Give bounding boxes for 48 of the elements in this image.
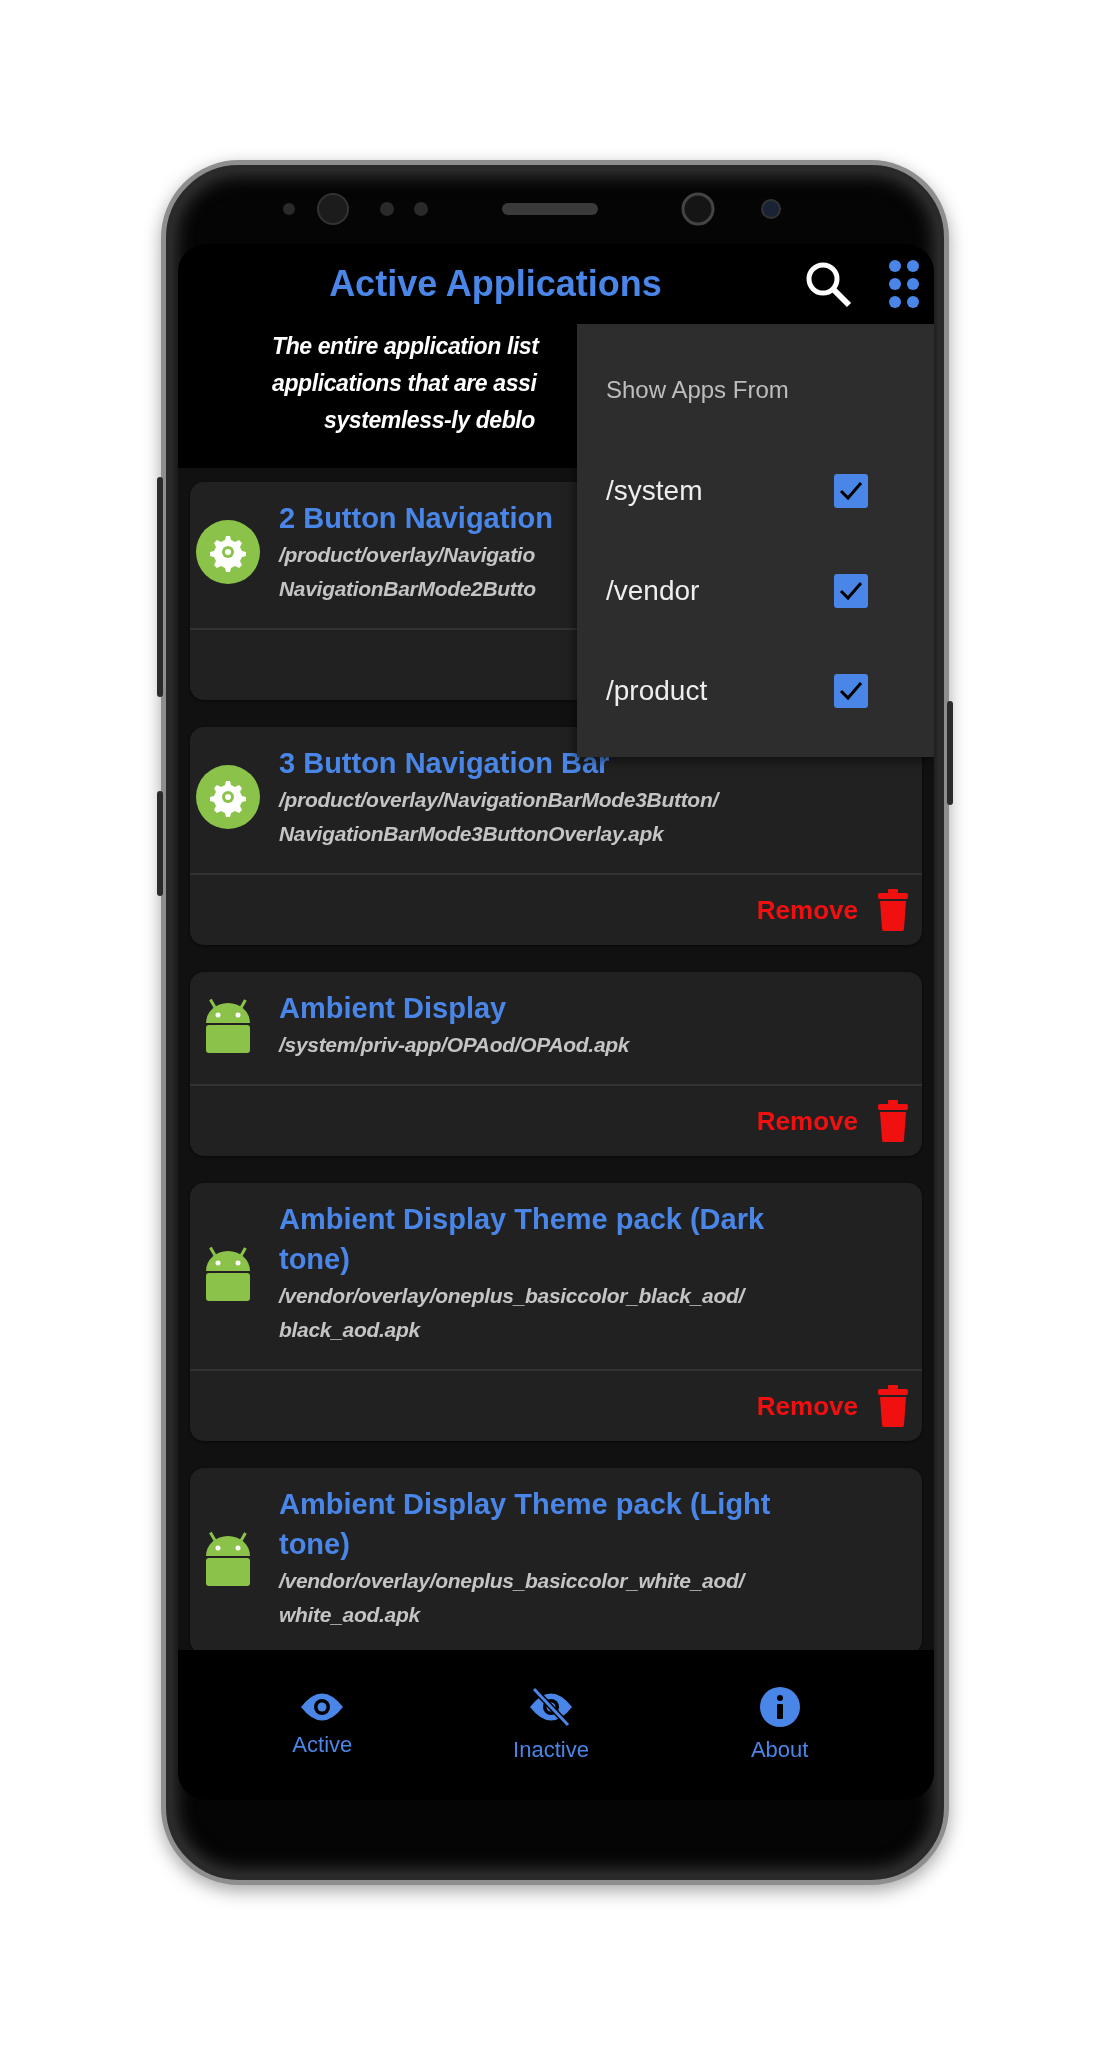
menu-option-label[interactable]: /system (606, 475, 703, 507)
remove-button[interactable]: Remove (756, 889, 908, 931)
app-name: tone) (279, 1527, 351, 1562)
menu-option-label[interactable]: /product (606, 675, 708, 707)
remove-button[interactable]: Remove (756, 1385, 908, 1427)
info-icon (759, 1687, 800, 1727)
menu-title: Show Apps From (605, 375, 790, 405)
app-path: /vendor/overlay/oneplus_basiccolor_black_aod/ (279, 1283, 747, 1309)
eye-icon (301, 1692, 344, 1722)
app-path: white_aod.apk (279, 1602, 422, 1628)
checkbox[interactable] (834, 474, 868, 508)
screen-title: Active Applications (328, 263, 663, 305)
app-path: NavigationBarMode2Butto (279, 576, 537, 602)
checkbox[interactable] (834, 574, 868, 608)
remove-button[interactable]: Remove (756, 1100, 908, 1142)
app-path: /vendor/overlay/oneplus_basiccolor_white_aod/ (279, 1568, 747, 1594)
app-path: black_aod.apk (279, 1317, 422, 1343)
menu-option-label[interactable]: /vendor (606, 575, 700, 607)
gear-icon (196, 520, 260, 584)
search-button[interactable] (805, 260, 852, 308)
menu-button[interactable] (888, 259, 920, 309)
app-path: NavigationBarMode3ButtonOverlay.apk (279, 821, 665, 847)
gear-icon (196, 765, 260, 829)
eye-slash-icon (530, 1687, 572, 1727)
nav-tab[interactable]: About (744, 1686, 815, 1764)
app-name: Ambient Display Theme pack (Light (279, 1487, 771, 1522)
app-name: 3 Button Navigation Bar (279, 746, 611, 781)
description-text: applications that are assi (272, 369, 537, 398)
description-text: systemless-ly deblo (324, 406, 535, 435)
checkmark-icon (839, 481, 863, 501)
nav-tab[interactable]: Inactive (507, 1686, 595, 1764)
trash-icon (878, 1385, 908, 1427)
app-name: Ambient Display Theme pack (Dark (279, 1202, 765, 1237)
app-name: tone) (279, 1242, 351, 1277)
dots-grid-icon (888, 259, 920, 309)
search-icon (805, 260, 852, 308)
app-name: 2 Button Navigation (279, 501, 553, 536)
checkmark-icon (839, 681, 863, 701)
nav-tab[interactable]: Active (286, 1691, 359, 1759)
checkbox[interactable] (834, 674, 868, 708)
trash-icon (878, 1100, 908, 1142)
description-text: The entire application list (272, 332, 539, 361)
app-path: /product/overlay/NavigationBarMode3Button/ (279, 787, 718, 813)
checkmark-icon (839, 581, 863, 601)
trash-icon (878, 889, 908, 931)
app-name: Ambient Display (279, 991, 508, 1026)
app-path: /system/priv-app/OPAod/OPAod.apk (279, 1032, 630, 1058)
app-path: /product/overlay/Navigatio (279, 542, 536, 568)
